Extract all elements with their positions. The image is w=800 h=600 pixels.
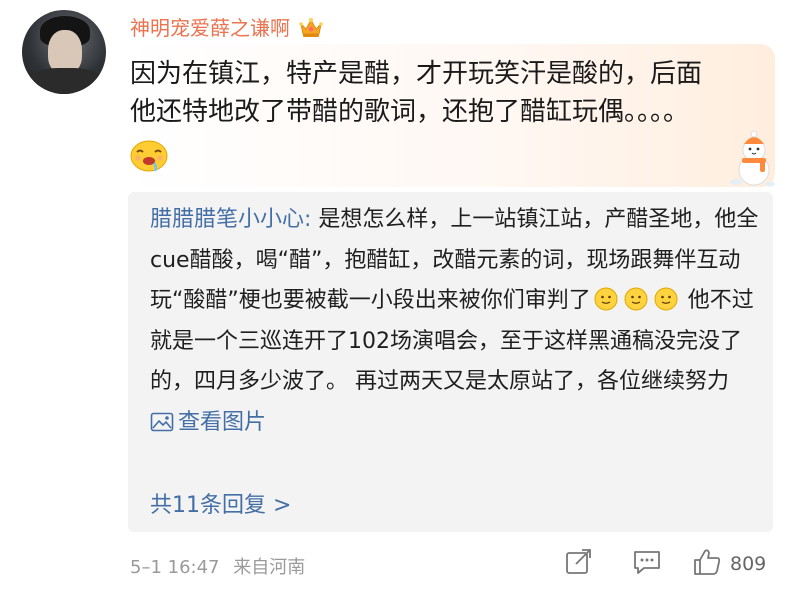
slight-smile-emoji: [654, 285, 678, 311]
share-button[interactable]: [564, 548, 594, 580]
comment-meta: 5–1 16:47 来自河南: [130, 553, 305, 579]
comment-text-line1: 因为在镇江，特产是醋，才开玩笑汗是酸的，后面: [130, 59, 703, 89]
drooling-face-emoji: [128, 132, 170, 174]
like-count: 809: [730, 553, 767, 575]
comment-username-row: 神明宠爱薛之谦啊: [130, 12, 324, 41]
avatar-body: [26, 68, 106, 94]
picture-icon: [150, 406, 174, 431]
reply-author[interactable]: 腊腊腊笔小小心:: [150, 207, 311, 232]
like-icon: [692, 547, 722, 581]
snowman-sticker: [722, 130, 778, 188]
comment-icon: [632, 548, 662, 580]
comment-text: 因为在镇江，特产是醋，才开玩笑汗是酸的，后面 他还特地改了带醋的歌词，还抱了醋缸…: [130, 55, 755, 131]
crown-badge-icon: [298, 16, 324, 38]
location: 来自河南: [233, 557, 306, 578]
comment-text-line2: 他还特地改了带醋的歌词，还抱了醋缸玩偶。。。。: [130, 97, 690, 127]
like-button[interactable]: 809: [692, 547, 766, 581]
share-icon: [564, 548, 594, 580]
slight-smile-emoji: [624, 285, 648, 311]
comment-actions: 809: [564, 547, 766, 581]
reply-text: 腊腊腊笔小小心: 是想怎么样，上一站镇江站，产醋圣地，他全cue醋酸，喝“醋”，…: [150, 200, 760, 443]
view-image-link[interactable]: 查看图片: [150, 410, 266, 435]
comment-username[interactable]: 神明宠爱薛之谦啊: [130, 12, 290, 41]
slight-smile-emoji: [594, 285, 618, 311]
more-replies-link[interactable]: 共11条回复 >: [150, 487, 291, 519]
timestamp: 5–1 16:47: [130, 557, 220, 578]
view-image-label: 查看图片: [178, 409, 267, 435]
comment-button[interactable]: [632, 548, 662, 580]
avatar[interactable]: [22, 10, 106, 94]
